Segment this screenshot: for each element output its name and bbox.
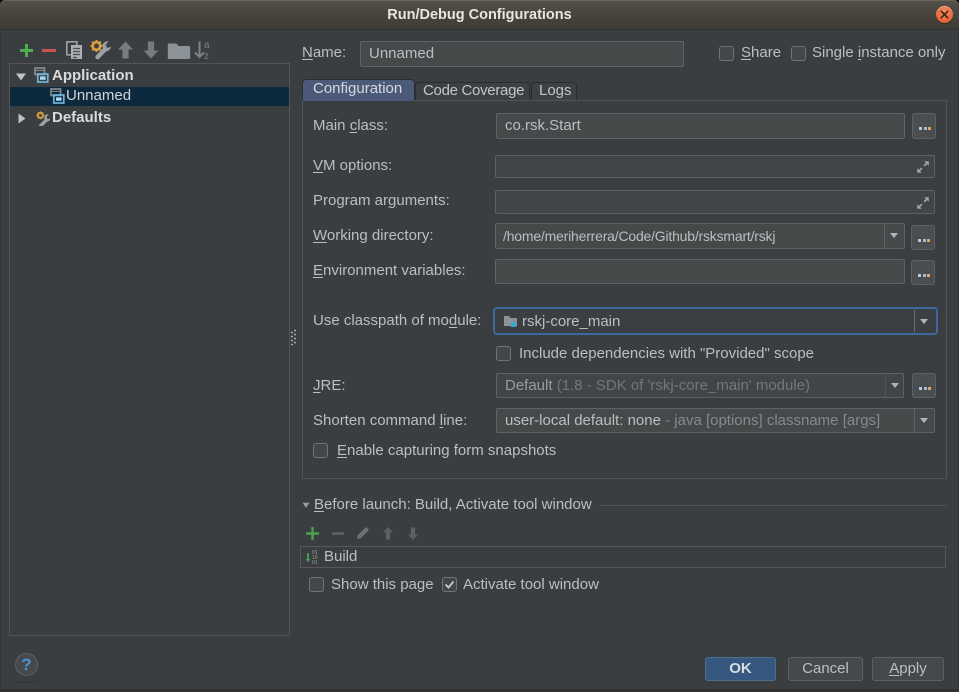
svg-text:a: a [204,40,210,51]
svg-text:z: z [204,51,209,62]
svg-text:01: 01 [312,560,318,565]
